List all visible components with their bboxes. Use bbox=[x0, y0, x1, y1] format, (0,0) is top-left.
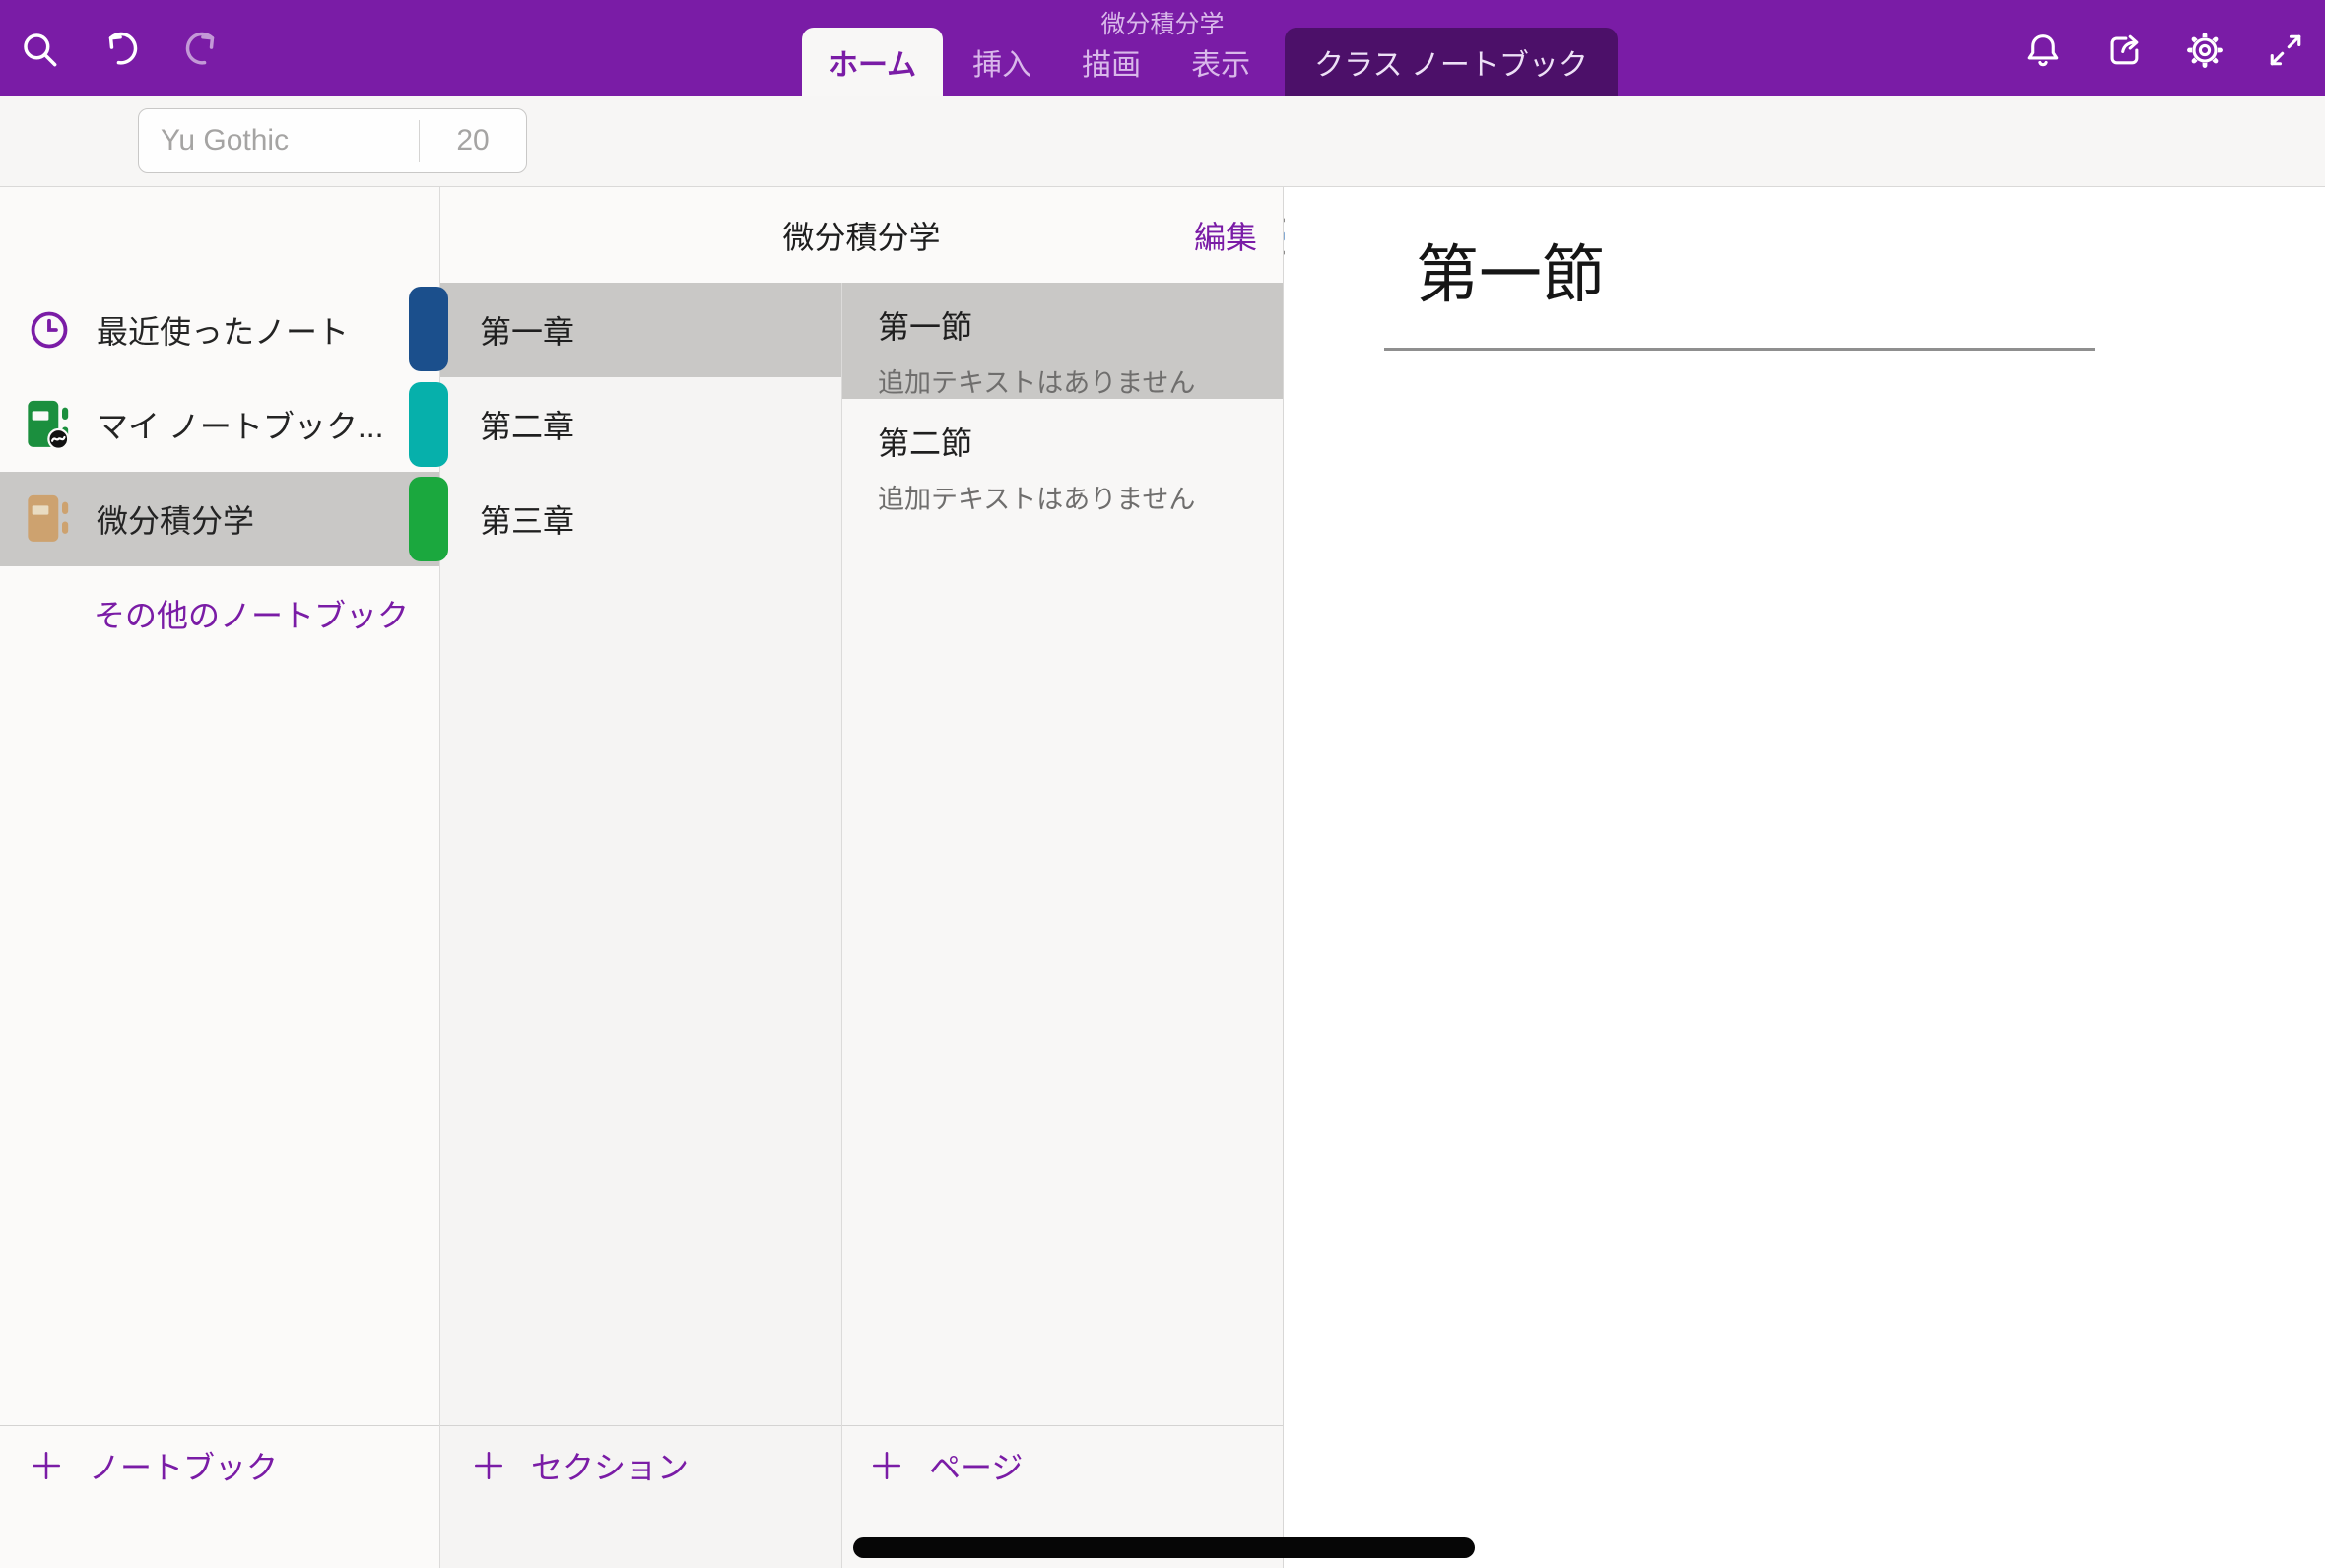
font-box: Yu Gothic 20 bbox=[138, 108, 527, 173]
gear-icon bbox=[2183, 29, 2226, 72]
notebook-list: 最近使ったノート マイ ノートブック... bbox=[0, 283, 439, 661]
notebook-color-tab-teal[interactable] bbox=[409, 382, 448, 467]
plus-icon bbox=[472, 1449, 505, 1482]
editor-page-title[interactable]: 第一節 bbox=[1416, 225, 1605, 315]
panel-title: 微分積分学 bbox=[782, 213, 940, 258]
tab-insert[interactable]: 挿入 bbox=[952, 28, 1052, 96]
tab-home[interactable]: ホーム bbox=[802, 28, 943, 96]
ribbon-tabs: ホーム 挿入 描画 表示 クラス ノートブック bbox=[802, 28, 1618, 96]
font-size-picker[interactable]: 20 bbox=[420, 124, 526, 158]
tab-draw[interactable]: 描画 bbox=[1061, 28, 1162, 96]
page-item-section1[interactable]: 第一節 追加テキストはありません bbox=[842, 283, 1283, 399]
onenote-app: 微分積分学 ホーム 挿入 描画 表示 クラス ノートブック bbox=[0, 0, 2325, 1568]
section-item-chapter1[interactable]: 第一章 bbox=[440, 283, 841, 377]
search-button[interactable] bbox=[19, 29, 62, 72]
notebook-color-tab-blue[interactable] bbox=[409, 287, 448, 371]
titlebar-right-actions bbox=[2022, 29, 2307, 72]
sidebar-item-my-notebook[interactable]: マイ ノートブック... bbox=[0, 377, 439, 472]
more-notebooks-link[interactable]: その他のノートブック bbox=[0, 566, 439, 661]
undo-button[interactable] bbox=[100, 29, 143, 72]
tab-view[interactable]: 表示 bbox=[1170, 28, 1271, 96]
settings-button[interactable] bbox=[2183, 29, 2226, 72]
pages-column: 第一節 追加テキストはありません 第二節 追加テキストはありません ページ bbox=[842, 283, 1284, 1568]
share-icon bbox=[2102, 29, 2146, 72]
add-page-button[interactable]: ページ bbox=[842, 1425, 1283, 1504]
titlebar: 微分積分学 ホーム 挿入 描画 表示 クラス ノートブック bbox=[0, 0, 2325, 96]
title-underline bbox=[1384, 348, 2095, 351]
add-section-button[interactable]: セクション bbox=[440, 1425, 841, 1504]
sections-column: 第一章 第二章 第三章 セクション bbox=[440, 283, 842, 1568]
notebook-icon bbox=[26, 493, 73, 545]
notifications-button[interactable] bbox=[2022, 29, 2065, 72]
page-item-section2[interactable]: 第二節 追加テキストはありません bbox=[842, 399, 1283, 515]
titlebar-left-actions bbox=[19, 29, 224, 72]
section-item-chapter2[interactable]: 第二章 bbox=[440, 377, 841, 472]
expand-icon bbox=[2264, 29, 2307, 72]
notebook-panel-header: 微分積分学 編集 bbox=[440, 187, 1284, 283]
undo-icon bbox=[100, 28, 143, 73]
notebooks-sidebar: 最近使ったノート マイ ノートブック... bbox=[0, 187, 440, 1568]
edit-button[interactable]: 編集 bbox=[1194, 213, 1257, 258]
notebook-sync-icon bbox=[26, 399, 73, 450]
page-editor[interactable]: 第一節 bbox=[1285, 187, 2325, 1568]
clock-icon bbox=[26, 304, 73, 356]
section-item-chapter3[interactable]: 第三章 bbox=[440, 472, 841, 566]
home-indicator[interactable] bbox=[853, 1537, 1475, 1558]
redo-icon bbox=[180, 28, 224, 73]
tab-class-notebook[interactable]: クラス ノートブック bbox=[1285, 28, 1618, 96]
plus-icon bbox=[870, 1449, 903, 1482]
fullscreen-button[interactable] bbox=[2264, 29, 2307, 72]
bell-icon bbox=[2022, 29, 2065, 72]
plus-icon bbox=[30, 1449, 63, 1482]
font-name-picker[interactable]: Yu Gothic bbox=[139, 124, 419, 158]
share-button[interactable] bbox=[2102, 29, 2146, 72]
notebook-color-tab-green[interactable] bbox=[409, 477, 448, 561]
sidebar-item-calculus-notebook[interactable]: 微分積分学 bbox=[0, 472, 439, 566]
add-notebook-button[interactable]: ノートブック bbox=[0, 1425, 439, 1504]
formatting-toolbar: Yu Gothic 20 B I U abc A bbox=[0, 96, 2325, 187]
redo-button[interactable] bbox=[180, 29, 224, 72]
sidebar-item-recent-notes[interactable]: 最近使ったノート bbox=[0, 283, 439, 377]
search-icon bbox=[19, 29, 62, 72]
